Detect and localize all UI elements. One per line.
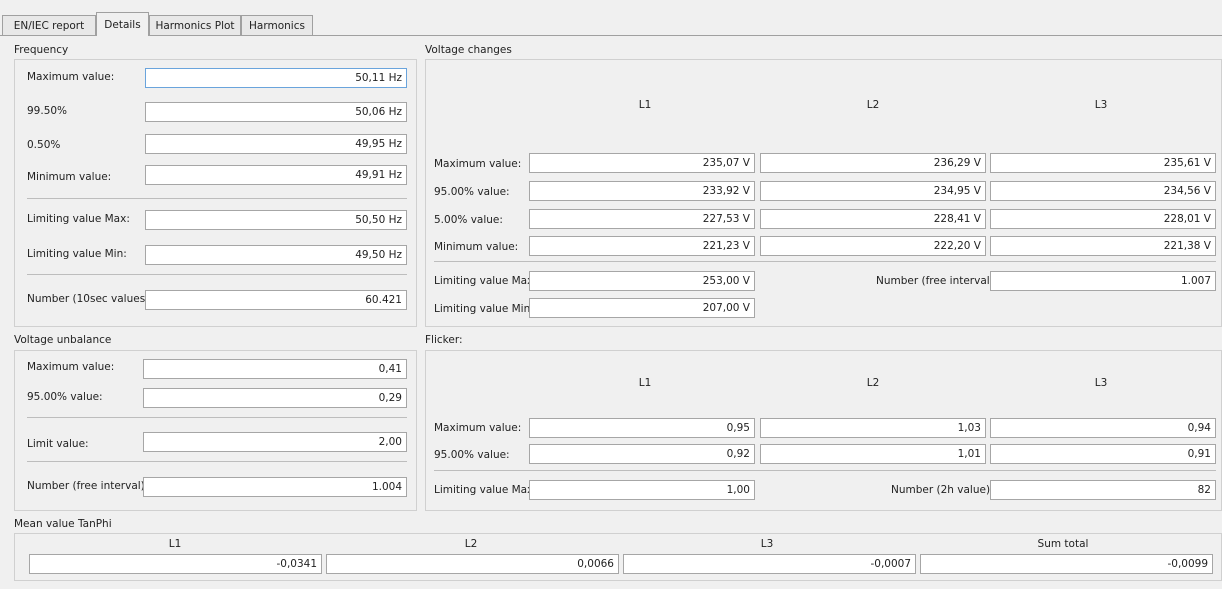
vu-max-field[interactable]: 0,41 xyxy=(143,359,407,379)
freq-limit-max-field[interactable]: 50,50 Hz xyxy=(145,210,407,230)
freq-count-label: Number (10sec values): xyxy=(27,293,153,305)
vc-limit-min-field[interactable]: 207,00 V xyxy=(529,298,755,318)
vc-count-field[interactable]: 1.007 xyxy=(990,271,1216,291)
voltage-changes-title: Voltage changes xyxy=(425,44,512,56)
tp-l2-field[interactable]: 0,0066 xyxy=(326,554,619,574)
vc-min-l1-field[interactable]: 221,23 V xyxy=(529,236,755,256)
fl-max-label: Maximum value: xyxy=(434,422,522,434)
vc-p5-l1-field[interactable]: 227,53 V xyxy=(529,209,755,229)
freq-max-label: Maximum value: xyxy=(27,71,115,83)
vc-count-label: Number (free interval): xyxy=(876,275,998,287)
tanphi-panel: L1 L2 L3 Sum total -0,0341 0,0066 -0,000… xyxy=(14,533,1222,581)
separator xyxy=(434,470,1216,471)
flicker-panel: L1 L2 L3 Maximum value: 0,95 1,03 0,94 9… xyxy=(425,350,1222,511)
frequency-title: Frequency xyxy=(14,44,69,56)
vc-min-label: Minimum value: xyxy=(434,241,519,253)
vc-p95-l1-field[interactable]: 233,92 V xyxy=(529,181,755,201)
vc-p5-l2-field[interactable]: 228,41 V xyxy=(760,209,986,229)
fl-count-label: Number (2h value): xyxy=(891,484,994,496)
vu-p95-field[interactable]: 0,29 xyxy=(143,388,407,408)
freq-p995-field[interactable]: 50,06 Hz xyxy=(145,102,407,122)
tab-en-iec-report[interactable]: EN/IEC report xyxy=(2,15,96,35)
flicker-title: Flicker: xyxy=(425,334,463,346)
freq-max-field[interactable]: 50,11 Hz xyxy=(145,68,407,88)
freq-p05-field[interactable]: 49,95 Hz xyxy=(145,134,407,154)
freq-min-label: Minimum value: xyxy=(27,171,112,183)
fl-col-l3: L3 xyxy=(1094,377,1108,389)
freq-min-field[interactable]: 49,91 Hz xyxy=(145,165,407,185)
frequency-panel: Maximum value: 50,11 Hz 99.50% 50,06 Hz … xyxy=(14,59,417,327)
vc-p5-label: 5.00% value: xyxy=(434,214,503,226)
vu-max-label: Maximum value: xyxy=(27,361,115,373)
separator xyxy=(27,274,407,275)
fl-col-l2: L2 xyxy=(866,377,880,389)
fl-max-l2-field[interactable]: 1,03 xyxy=(760,418,986,438)
tp-sum-field[interactable]: -0,0099 xyxy=(920,554,1213,574)
vc-max-label: Maximum value: xyxy=(434,158,522,170)
fl-max-l3-field[interactable]: 0,94 xyxy=(990,418,1216,438)
tp-col-sum: Sum total xyxy=(1037,538,1089,550)
fl-p95-label: 95.00% value: xyxy=(434,449,510,461)
tp-l3-field[interactable]: -0,0007 xyxy=(623,554,916,574)
vc-p95-l2-field[interactable]: 234,95 V xyxy=(760,181,986,201)
vu-count-label: Number (free interval): xyxy=(27,480,149,492)
freq-limit-min-field[interactable]: 49,50 Hz xyxy=(145,245,407,265)
fl-count-field[interactable]: 82 xyxy=(990,480,1216,500)
voltage-changes-panel: L1 L2 L3 Maximum value: 235,07 V 236,29 … xyxy=(425,59,1222,327)
vc-p95-label: 95.00% value: xyxy=(434,186,510,198)
fl-p95-l1-field[interactable]: 0,92 xyxy=(529,444,755,464)
vc-limit-min-label: Limiting value Min: xyxy=(434,303,534,315)
voltage-unbalance-panel: Maximum value: 0,41 95.00% value: 0,29 L… xyxy=(14,350,417,511)
freq-count-field[interactable]: 60.421 xyxy=(145,290,407,310)
vc-col-l1: L1 xyxy=(638,99,652,111)
freq-limit-min-label: Limiting value Min: xyxy=(27,248,127,260)
vc-p95-l3-field[interactable]: 234,56 V xyxy=(990,181,1216,201)
vc-max-l3-field[interactable]: 235,61 V xyxy=(990,153,1216,173)
vc-max-l2-field[interactable]: 236,29 V xyxy=(760,153,986,173)
vu-limit-label: Limit value: xyxy=(27,438,89,450)
tp-col-l3: L3 xyxy=(760,538,774,550)
vu-limit-field[interactable]: 2,00 xyxy=(143,432,407,452)
vc-col-l3: L3 xyxy=(1094,99,1108,111)
separator xyxy=(27,461,407,462)
tab-details[interactable]: Details xyxy=(96,12,149,36)
tp-col-l2: L2 xyxy=(464,538,478,550)
freq-p05-label: 0.50% xyxy=(27,139,61,151)
tp-col-l1: L1 xyxy=(168,538,182,550)
vc-min-l2-field[interactable]: 222,20 V xyxy=(760,236,986,256)
tab-harmonics-plot[interactable]: Harmonics Plot xyxy=(149,15,241,35)
fl-col-l1: L1 xyxy=(638,377,652,389)
voltage-unbalance-title: Voltage unbalance xyxy=(14,334,112,346)
separator xyxy=(27,198,407,199)
vc-col-l2: L2 xyxy=(866,99,880,111)
vc-max-l1-field[interactable]: 235,07 V xyxy=(529,153,755,173)
vc-limit-max-field[interactable]: 253,00 V xyxy=(529,271,755,291)
fl-p95-l2-field[interactable]: 1,01 xyxy=(760,444,986,464)
vu-count-field[interactable]: 1.004 xyxy=(143,477,407,497)
freq-p995-label: 99.50% xyxy=(27,105,68,117)
vc-min-l3-field[interactable]: 221,38 V xyxy=(990,236,1216,256)
fl-limit-max-field[interactable]: 1,00 xyxy=(529,480,755,500)
vc-limit-max-label: Limiting value Max: xyxy=(434,275,537,287)
vu-p95-label: 95.00% value: xyxy=(27,391,103,403)
separator xyxy=(434,261,1216,262)
fl-max-l1-field[interactable]: 0,95 xyxy=(529,418,755,438)
tp-l1-field[interactable]: -0,0341 xyxy=(29,554,322,574)
separator xyxy=(27,417,407,418)
tanphi-title: Mean value TanPhi xyxy=(14,518,112,530)
vc-p5-l3-field[interactable]: 228,01 V xyxy=(990,209,1216,229)
freq-limit-max-label: Limiting value Max: xyxy=(27,213,130,225)
tab-harmonics[interactable]: Harmonics xyxy=(241,15,313,35)
tab-divider xyxy=(0,35,1222,36)
fl-limit-max-label: Limiting value Max: xyxy=(434,484,537,496)
tab-bar: EN/IEC report Details Harmonics Plot Har… xyxy=(0,0,1222,38)
fl-p95-l3-field[interactable]: 0,91 xyxy=(990,444,1216,464)
